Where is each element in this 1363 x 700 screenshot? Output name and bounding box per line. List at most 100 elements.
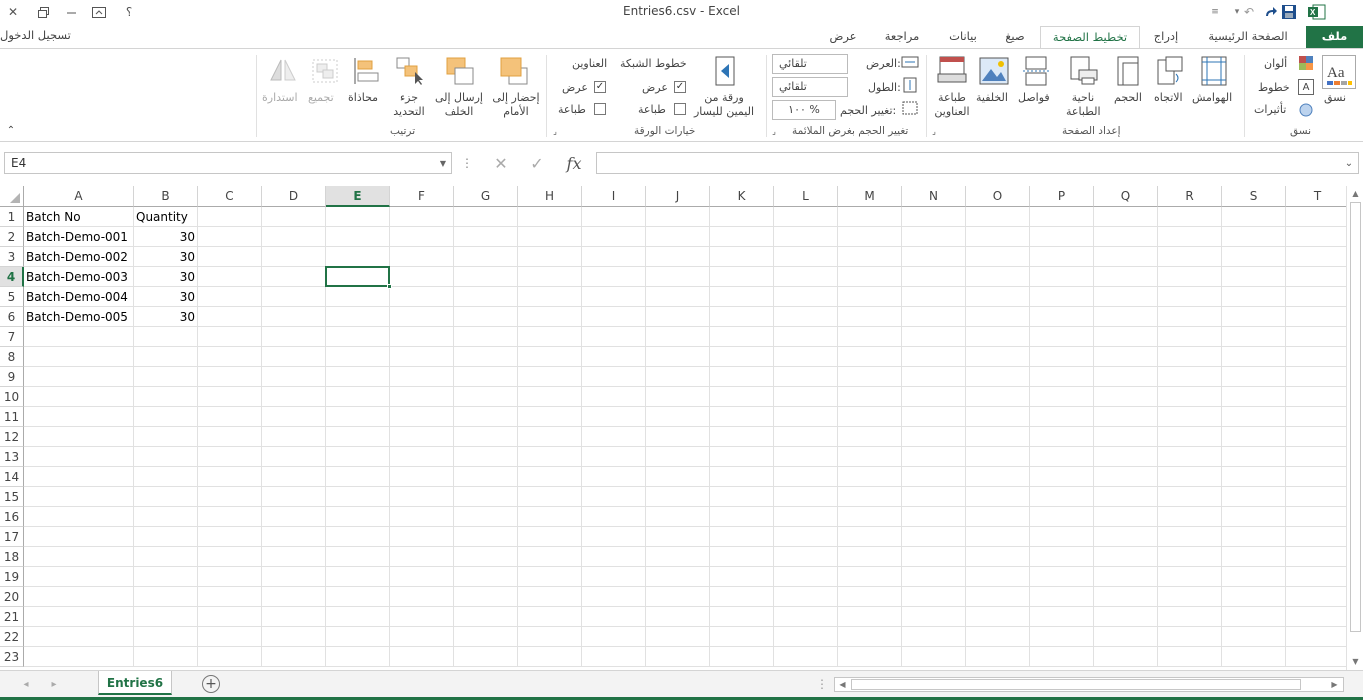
tab-page-layout[interactable]: تخطيط الصفحة bbox=[1040, 26, 1140, 48]
fill-handle[interactable] bbox=[387, 284, 392, 289]
redo-icon[interactable] bbox=[1262, 3, 1280, 21]
themes-label[interactable]: نسق bbox=[1324, 91, 1346, 104]
cell-a2[interactable]: Batch-Demo-001 bbox=[24, 227, 134, 247]
insert-function-icon[interactable]: fx bbox=[562, 153, 586, 173]
width-combo[interactable]: تلقائي bbox=[772, 54, 848, 74]
dialog-launcher-icon[interactable]: ⌟ bbox=[930, 127, 938, 136]
tab-insert[interactable]: إدراج bbox=[1144, 26, 1188, 48]
row-header-10[interactable]: 10 bbox=[0, 387, 24, 407]
print-titles-icon[interactable] bbox=[936, 55, 968, 87]
save-icon[interactable] bbox=[1280, 3, 1298, 21]
scroll-right-icon[interactable]: ▶ bbox=[1329, 679, 1340, 690]
send-backward-icon[interactable] bbox=[444, 55, 476, 87]
margins-label[interactable]: الهوامش bbox=[1192, 91, 1232, 104]
formula-bar-handle-icon[interactable]: ⋮ bbox=[461, 154, 473, 172]
gridlines-print-checkbox[interactable] bbox=[674, 103, 686, 115]
cell-b6[interactable]: 30 bbox=[134, 307, 198, 327]
breaks-label[interactable]: فواصل bbox=[1018, 91, 1050, 104]
row-header-16[interactable]: 16 bbox=[0, 507, 24, 527]
collapse-ribbon-icon[interactable]: ⌃ bbox=[6, 125, 16, 136]
headings-view-checkbox[interactable]: ✓ bbox=[594, 81, 606, 93]
row-header-6[interactable]: 6 bbox=[0, 307, 24, 327]
column-header-o[interactable]: O bbox=[966, 186, 1030, 207]
effects-label[interactable]: تأثيرات bbox=[1254, 103, 1286, 116]
gridlines-view-checkbox[interactable]: ✓ bbox=[674, 81, 686, 93]
cell-b2[interactable]: 30 bbox=[134, 227, 198, 247]
column-header-i[interactable]: I bbox=[582, 186, 646, 207]
scroll-up-icon[interactable]: ▲ bbox=[1350, 188, 1361, 199]
column-header-f[interactable]: F bbox=[390, 186, 454, 207]
tab-file[interactable]: ملف bbox=[1306, 26, 1363, 48]
column-header-s[interactable]: S bbox=[1222, 186, 1286, 207]
column-header-c[interactable]: C bbox=[198, 186, 262, 207]
background-label[interactable]: الخلفية bbox=[976, 91, 1008, 104]
tab-data[interactable]: بيانات bbox=[940, 26, 986, 48]
send-backward-label[interactable]: إرسال إلى الخلف bbox=[430, 91, 488, 119]
row-header-19[interactable]: 19 bbox=[0, 567, 24, 587]
expand-formula-bar-icon[interactable]: ⌄ bbox=[1342, 156, 1356, 170]
fonts-label[interactable]: خطوط bbox=[1258, 81, 1290, 94]
column-header-b[interactable]: B bbox=[134, 186, 198, 207]
row-header-3[interactable]: 3 bbox=[0, 247, 24, 267]
print-area-icon[interactable] bbox=[1066, 55, 1100, 87]
row-header-21[interactable]: 21 bbox=[0, 607, 24, 627]
column-header-d[interactable]: D bbox=[262, 186, 326, 207]
print-titles-label[interactable]: طباعة العناوين bbox=[934, 91, 970, 119]
row-header-11[interactable]: 11 bbox=[0, 407, 24, 427]
enter-icon[interactable]: ✓ bbox=[526, 154, 548, 173]
effects-icon[interactable] bbox=[1298, 102, 1314, 118]
column-header-r[interactable]: R bbox=[1158, 186, 1222, 207]
scroll-left-icon[interactable]: ◀ bbox=[837, 679, 848, 690]
selection-pane-label[interactable]: جزء التحديد bbox=[388, 91, 430, 119]
rotate-label[interactable]: استدارة bbox=[262, 91, 298, 104]
cancel-icon[interactable]: ✕ bbox=[490, 154, 512, 173]
height-combo[interactable]: تلقائي bbox=[772, 77, 848, 97]
cell-b5[interactable]: 30 bbox=[134, 287, 198, 307]
horizontal-scroll-thumb[interactable] bbox=[851, 679, 1301, 690]
group-objects-label[interactable]: تجميع bbox=[308, 91, 334, 104]
vertical-scroll-thumb[interactable] bbox=[1350, 202, 1361, 632]
breaks-icon[interactable] bbox=[1020, 55, 1052, 87]
scroll-down-icon[interactable]: ▼ bbox=[1350, 656, 1361, 667]
column-header-e[interactable]: E bbox=[326, 186, 390, 207]
row-header-23[interactable]: 23 bbox=[0, 647, 24, 667]
row-header-15[interactable]: 15 bbox=[0, 487, 24, 507]
size-icon[interactable] bbox=[1112, 55, 1144, 87]
group-objects-icon[interactable] bbox=[310, 55, 340, 87]
row-header-9[interactable]: 9 bbox=[0, 367, 24, 387]
selected-cell[interactable] bbox=[325, 266, 390, 287]
row-header-12[interactable]: 12 bbox=[0, 427, 24, 447]
sheet-rtl-icon[interactable] bbox=[710, 55, 740, 87]
orientation-icon[interactable] bbox=[1154, 55, 1186, 87]
colors-label[interactable]: ألوان bbox=[1264, 57, 1287, 70]
rotate-icon[interactable] bbox=[266, 55, 298, 87]
row-header-7[interactable]: 7 bbox=[0, 327, 24, 347]
row-header-2[interactable]: 2 bbox=[0, 227, 24, 247]
row-header-5[interactable]: 5 bbox=[0, 287, 24, 307]
column-header-n[interactable]: N bbox=[902, 186, 966, 207]
cell-a6[interactable]: Batch-Demo-005 bbox=[24, 307, 134, 327]
tab-split-handle-icon[interactable]: ⋮ bbox=[816, 675, 828, 693]
tab-view[interactable]: عرض bbox=[822, 26, 864, 48]
select-all-corner[interactable] bbox=[0, 186, 24, 207]
cell-b4[interactable]: 30 bbox=[134, 267, 198, 287]
dialog-launcher-icon[interactable]: ⌟ bbox=[551, 127, 559, 136]
align-label[interactable]: محاذاة bbox=[348, 91, 378, 104]
fonts-icon[interactable]: A bbox=[1298, 79, 1314, 95]
name-box-dropdown-icon[interactable]: ▼ bbox=[438, 158, 448, 168]
new-sheet-icon[interactable]: + bbox=[202, 675, 220, 693]
row-header-22[interactable]: 22 bbox=[0, 627, 24, 647]
chevron-down-icon[interactable]: ▾ bbox=[1228, 3, 1246, 21]
themes-icon[interactable]: Aa bbox=[1322, 55, 1356, 89]
sheet-rtl-label[interactable]: ورقة من اليمين لليسار bbox=[690, 91, 758, 119]
row-header-1[interactable]: 1 bbox=[0, 207, 24, 227]
cell-a4[interactable]: Batch-Demo-003 bbox=[24, 267, 134, 287]
name-box[interactable]: E4 bbox=[4, 152, 452, 174]
row-header-13[interactable]: 13 bbox=[0, 447, 24, 467]
cell-a3[interactable]: Batch-Demo-002 bbox=[24, 247, 134, 267]
tab-formulas[interactable]: صيغ bbox=[996, 26, 1034, 48]
worksheet-grid[interactable]: ABCDEFGHIJKLMNOPQRST 1 2 3 4 5 6 7 8 9 10 11 12 13 14… bbox=[0, 186, 1346, 670]
column-header-k[interactable]: K bbox=[710, 186, 774, 207]
column-header-m[interactable]: M bbox=[838, 186, 902, 207]
column-header-t[interactable]: T bbox=[1286, 186, 1346, 207]
